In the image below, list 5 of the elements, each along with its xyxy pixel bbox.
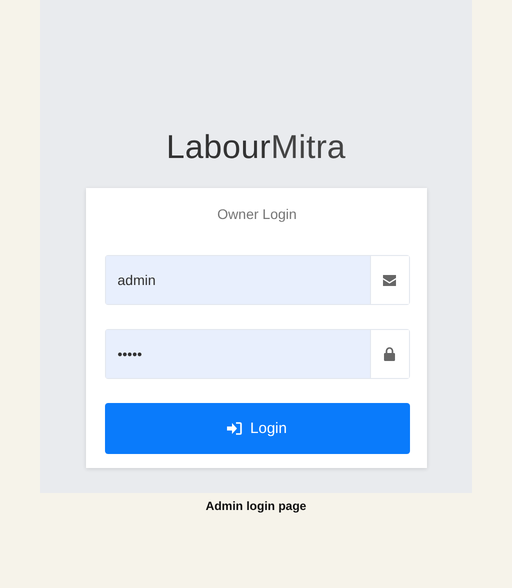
card-title: Owner Login <box>216 206 298 222</box>
sign-in-icon <box>227 422 242 435</box>
image-caption: Admin login page <box>204 499 308 513</box>
login-button[interactable]: Login <box>104 403 410 454</box>
brand-logo: LabourMitra <box>166 128 346 166</box>
